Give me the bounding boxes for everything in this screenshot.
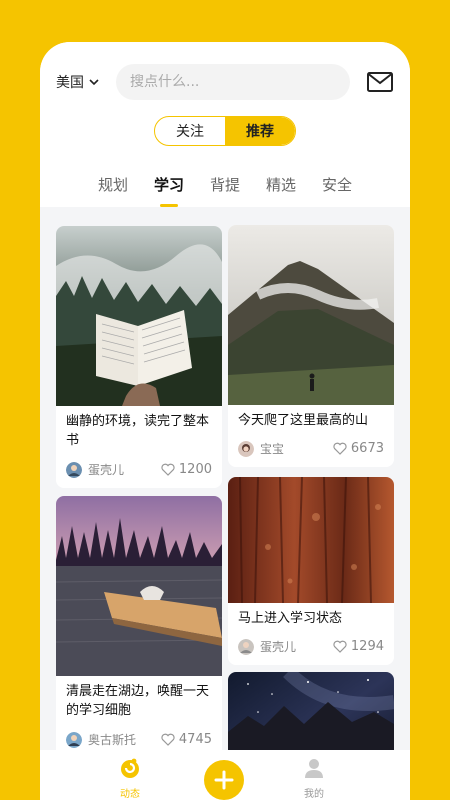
app-screen: 美国 关注 推荐 规划 学习 背提 精选 安全: [40, 42, 410, 800]
heart-icon: [161, 463, 175, 476]
tab-recite[interactable]: 背提: [210, 174, 240, 195]
avatar: [238, 440, 254, 457]
post-author: 宝宝: [260, 442, 285, 456]
post-meta: 蛋壳儿 1200: [66, 461, 212, 478]
avatar: [66, 461, 82, 478]
post-image-book-forest: [56, 226, 222, 406]
user-icon: [305, 759, 323, 778]
like-count[interactable]: 6673: [333, 441, 384, 456]
post-card[interactable]: 马上进入学习状态 蛋壳儿 1294: [228, 477, 394, 665]
post-meta: 奥古斯托 4745: [66, 731, 212, 748]
swirl-icon: [121, 758, 139, 778]
post-image-mountain: [228, 225, 394, 405]
region-label: 美国: [56, 75, 84, 91]
top-header: 美国 关注 推荐 规划 学习 背提 精选 安全: [40, 42, 410, 207]
heart-icon: [333, 442, 347, 455]
search-input[interactable]: [130, 74, 350, 90]
like-count[interactable]: 1200: [161, 462, 212, 477]
post-author: 蛋壳儿: [88, 463, 125, 477]
heart-icon: [333, 640, 347, 653]
like-count-value: 1200: [178, 462, 212, 477]
post-title: 马上进入学习状态: [238, 611, 343, 626]
segment-recommended[interactable]: 推荐: [225, 117, 295, 145]
post-meta: 蛋壳儿 1294: [238, 638, 384, 655]
post-card[interactable]: 幽静的环境，读完了整本书 蛋壳儿 1200: [56, 226, 222, 488]
like-count[interactable]: 1294: [333, 639, 384, 654]
like-count-value: 6673: [350, 441, 384, 456]
plus-icon: [214, 770, 234, 790]
post-title: 幽静的环境，读完了整本书: [66, 414, 210, 448]
post-title: 今天爬了这里最高的山: [238, 413, 369, 428]
segment-following[interactable]: 关注: [155, 117, 225, 145]
tab-study[interactable]: 学习: [154, 174, 184, 207]
nav-mine-label: 我的: [304, 789, 324, 800]
tab-safety[interactable]: 安全: [322, 174, 352, 195]
feed-segment-control: 关注 推荐: [154, 116, 296, 146]
post-image-lake: [56, 496, 222, 676]
like-count[interactable]: 4745: [161, 732, 212, 747]
like-count-value: 4745: [178, 732, 212, 747]
post-image-red-texture: [228, 477, 394, 603]
post-card[interactable]: 今天爬了这里最高的山 宝宝 6673: [228, 225, 394, 467]
nav-mine[interactable]: 我的: [284, 756, 344, 800]
search-bar[interactable]: [116, 64, 350, 100]
post-meta: 宝宝 6673: [238, 440, 384, 457]
region-selector[interactable]: 美国: [56, 72, 99, 92]
avatar: [238, 638, 254, 655]
post-title: 清晨走在湖边，唤醒一天的学习细胞: [66, 684, 210, 718]
nav-feed[interactable]: 动态: [100, 756, 160, 800]
post-author: 蛋壳儿: [260, 640, 297, 654]
like-count-value: 1294: [350, 639, 384, 654]
category-tabs: 规划 学习 背提 精选 安全: [40, 174, 410, 207]
mail-icon[interactable]: [366, 70, 394, 94]
post-card[interactable]: 清晨走在湖边，唤醒一天的学习细胞 奥古斯托 4745: [56, 496, 222, 758]
post-author: 奥古斯托: [88, 733, 137, 747]
avatar: [66, 731, 82, 748]
bottom-navigation: 动态 我的: [40, 750, 410, 800]
heart-icon: [161, 733, 175, 746]
tab-featured[interactable]: 精选: [266, 174, 296, 195]
add-post-button[interactable]: [204, 760, 244, 800]
tab-planning[interactable]: 规划: [98, 174, 128, 195]
nav-feed-label: 动态: [120, 789, 140, 800]
chevron-down-icon: [89, 79, 99, 86]
